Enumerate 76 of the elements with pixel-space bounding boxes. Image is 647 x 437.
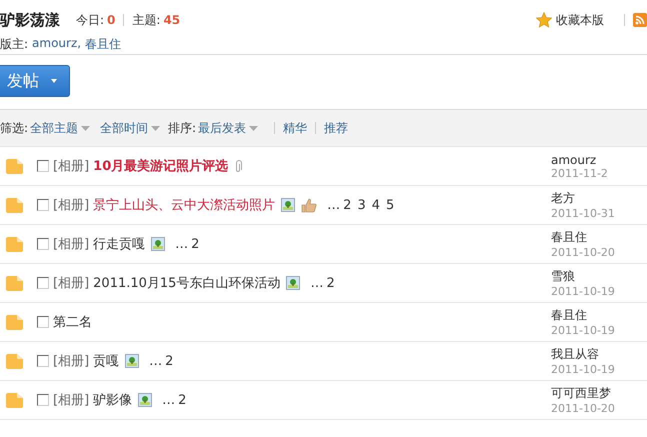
post-date: 2011-10-19 (551, 285, 616, 298)
author-link[interactable]: 我且从容 (551, 346, 647, 363)
page-link[interactable]: 3 (357, 198, 366, 212)
thread-prefix: [相册] (53, 392, 90, 409)
folder-icon (6, 392, 23, 408)
thread-prefix: [相册] (53, 353, 90, 370)
star-icon[interactable] (536, 12, 552, 28)
select-checkbox[interactable] (37, 199, 49, 211)
caret-icon (81, 126, 90, 130)
thread-prefix: [相册] (53, 236, 90, 253)
thread-title[interactable]: 10月最美游记照片评选 (93, 157, 228, 175)
page-link[interactable]: 2 (178, 392, 186, 408)
folder-icon (6, 236, 23, 252)
page-ellipsis: … (149, 354, 162, 368)
thread-prefix: [相册] (53, 197, 90, 214)
caret-icon (51, 79, 57, 83)
page-ellipsis: … (162, 392, 176, 408)
thread-prefix: [相册] (53, 158, 90, 175)
topics-count: 45 (163, 13, 180, 27)
moderator-link[interactable]: amourz, (32, 36, 82, 53)
post-button[interactable]: 发帖 (0, 65, 70, 97)
author-link[interactable]: 雪狼 (551, 268, 647, 285)
thread-title[interactable]: 第二名 (53, 313, 92, 331)
topics-label: 主题: (132, 12, 160, 28)
select-checkbox[interactable] (37, 316, 49, 328)
author-link[interactable]: 春且住 (551, 307, 647, 324)
favorite-link[interactable]: 收藏本版 (556, 12, 604, 28)
post-date: 2011-10-31 (551, 207, 616, 220)
post-date: 2011-10-19 (551, 324, 616, 337)
post-date: 2011-11-2 (551, 166, 609, 180)
moderators-label: 版主: (0, 36, 28, 53)
caret-icon (249, 126, 258, 130)
folder-icon (6, 198, 23, 212)
author-link[interactable]: 老方 (551, 190, 647, 207)
page-ellipsis: … (310, 276, 324, 290)
folder-icon (6, 314, 23, 330)
page-link[interactable]: 2 (343, 198, 352, 212)
thread-title[interactable]: 贡嘎 (93, 352, 120, 370)
page-link[interactable]: 5 (386, 198, 394, 212)
page-ellipsis: … (175, 236, 188, 252)
thread-title[interactable]: 行走贡嘎 (93, 235, 146, 253)
select-checkbox[interactable] (37, 277, 49, 289)
page-link[interactable]: 4 (372, 198, 380, 212)
thread-title[interactable]: 驴影像 (93, 391, 132, 409)
sort-dropdown[interactable]: 最后发表 (198, 120, 258, 136)
filter-dropdown[interactable]: 全部时间 (100, 120, 160, 136)
caret-icon (151, 126, 160, 130)
filter-label: 筛选: (0, 120, 28, 136)
filter-link[interactable]: 精华 (283, 120, 308, 136)
folder-icon (6, 158, 23, 174)
select-checkbox[interactable] (37, 394, 49, 406)
forum-title: 驴影荡漾 (0, 10, 60, 30)
today-label: 今日: (76, 12, 104, 28)
moderator-link[interactable]: 春且住 (85, 36, 122, 53)
filter-dropdown[interactable]: 全部主题 (30, 120, 90, 136)
page-link[interactable]: 2 (191, 236, 200, 252)
page-ellipsis: … (327, 198, 340, 212)
folder-icon (6, 276, 23, 290)
author-link[interactable]: 可可西里梦 (551, 385, 647, 402)
author-link[interactable]: 春且住 (551, 229, 647, 246)
page-link[interactable]: 2 (165, 354, 174, 368)
thread-title[interactable]: 景宁上山头、云中大漈活动照片 (93, 196, 276, 214)
sort-label: 排序: (168, 120, 196, 136)
thread-prefix: [相册] (53, 275, 90, 292)
author-link[interactable]: amourz (551, 152, 647, 166)
post-date: 2011-10-20 (551, 402, 616, 415)
today-count: 0 (107, 13, 116, 27)
thread-title[interactable]: 2011.10月15号东白山环保活动 (93, 274, 280, 292)
folder-icon (6, 354, 23, 368)
post-date: 2011-10-20 (551, 246, 616, 259)
filter-link[interactable]: 推荐 (324, 120, 348, 136)
page-link[interactable]: 2 (326, 276, 335, 290)
select-checkbox[interactable] (37, 355, 49, 367)
post-date: 2011-10-19 (551, 363, 616, 376)
select-checkbox[interactable] (37, 238, 49, 250)
select-checkbox[interactable] (37, 160, 49, 172)
